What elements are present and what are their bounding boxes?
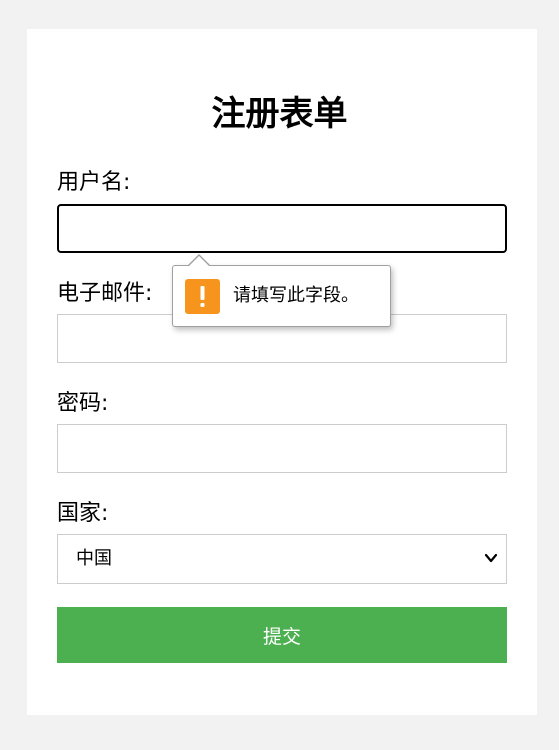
password-label: 密码:: [57, 391, 109, 416]
username-label: 用户名:: [57, 170, 131, 195]
tooltip-message: 请填写此字段。: [233, 285, 359, 306]
country-label: 国家:: [57, 501, 109, 526]
page-title: 注册表单: [211, 94, 348, 134]
country-select[interactable]: 中国: [57, 534, 507, 584]
password-input[interactable]: [57, 424, 507, 473]
validation-tooltip: 请填写此字段。: [172, 254, 391, 327]
warning-icon: [185, 279, 220, 314]
email-label: 电子邮件:: [57, 281, 153, 306]
country-select-value: 中国: [76, 548, 112, 569]
submit-button[interactable]: 提交: [57, 607, 507, 663]
chevron-down-icon: [484, 553, 498, 563]
username-input[interactable]: [57, 204, 507, 253]
